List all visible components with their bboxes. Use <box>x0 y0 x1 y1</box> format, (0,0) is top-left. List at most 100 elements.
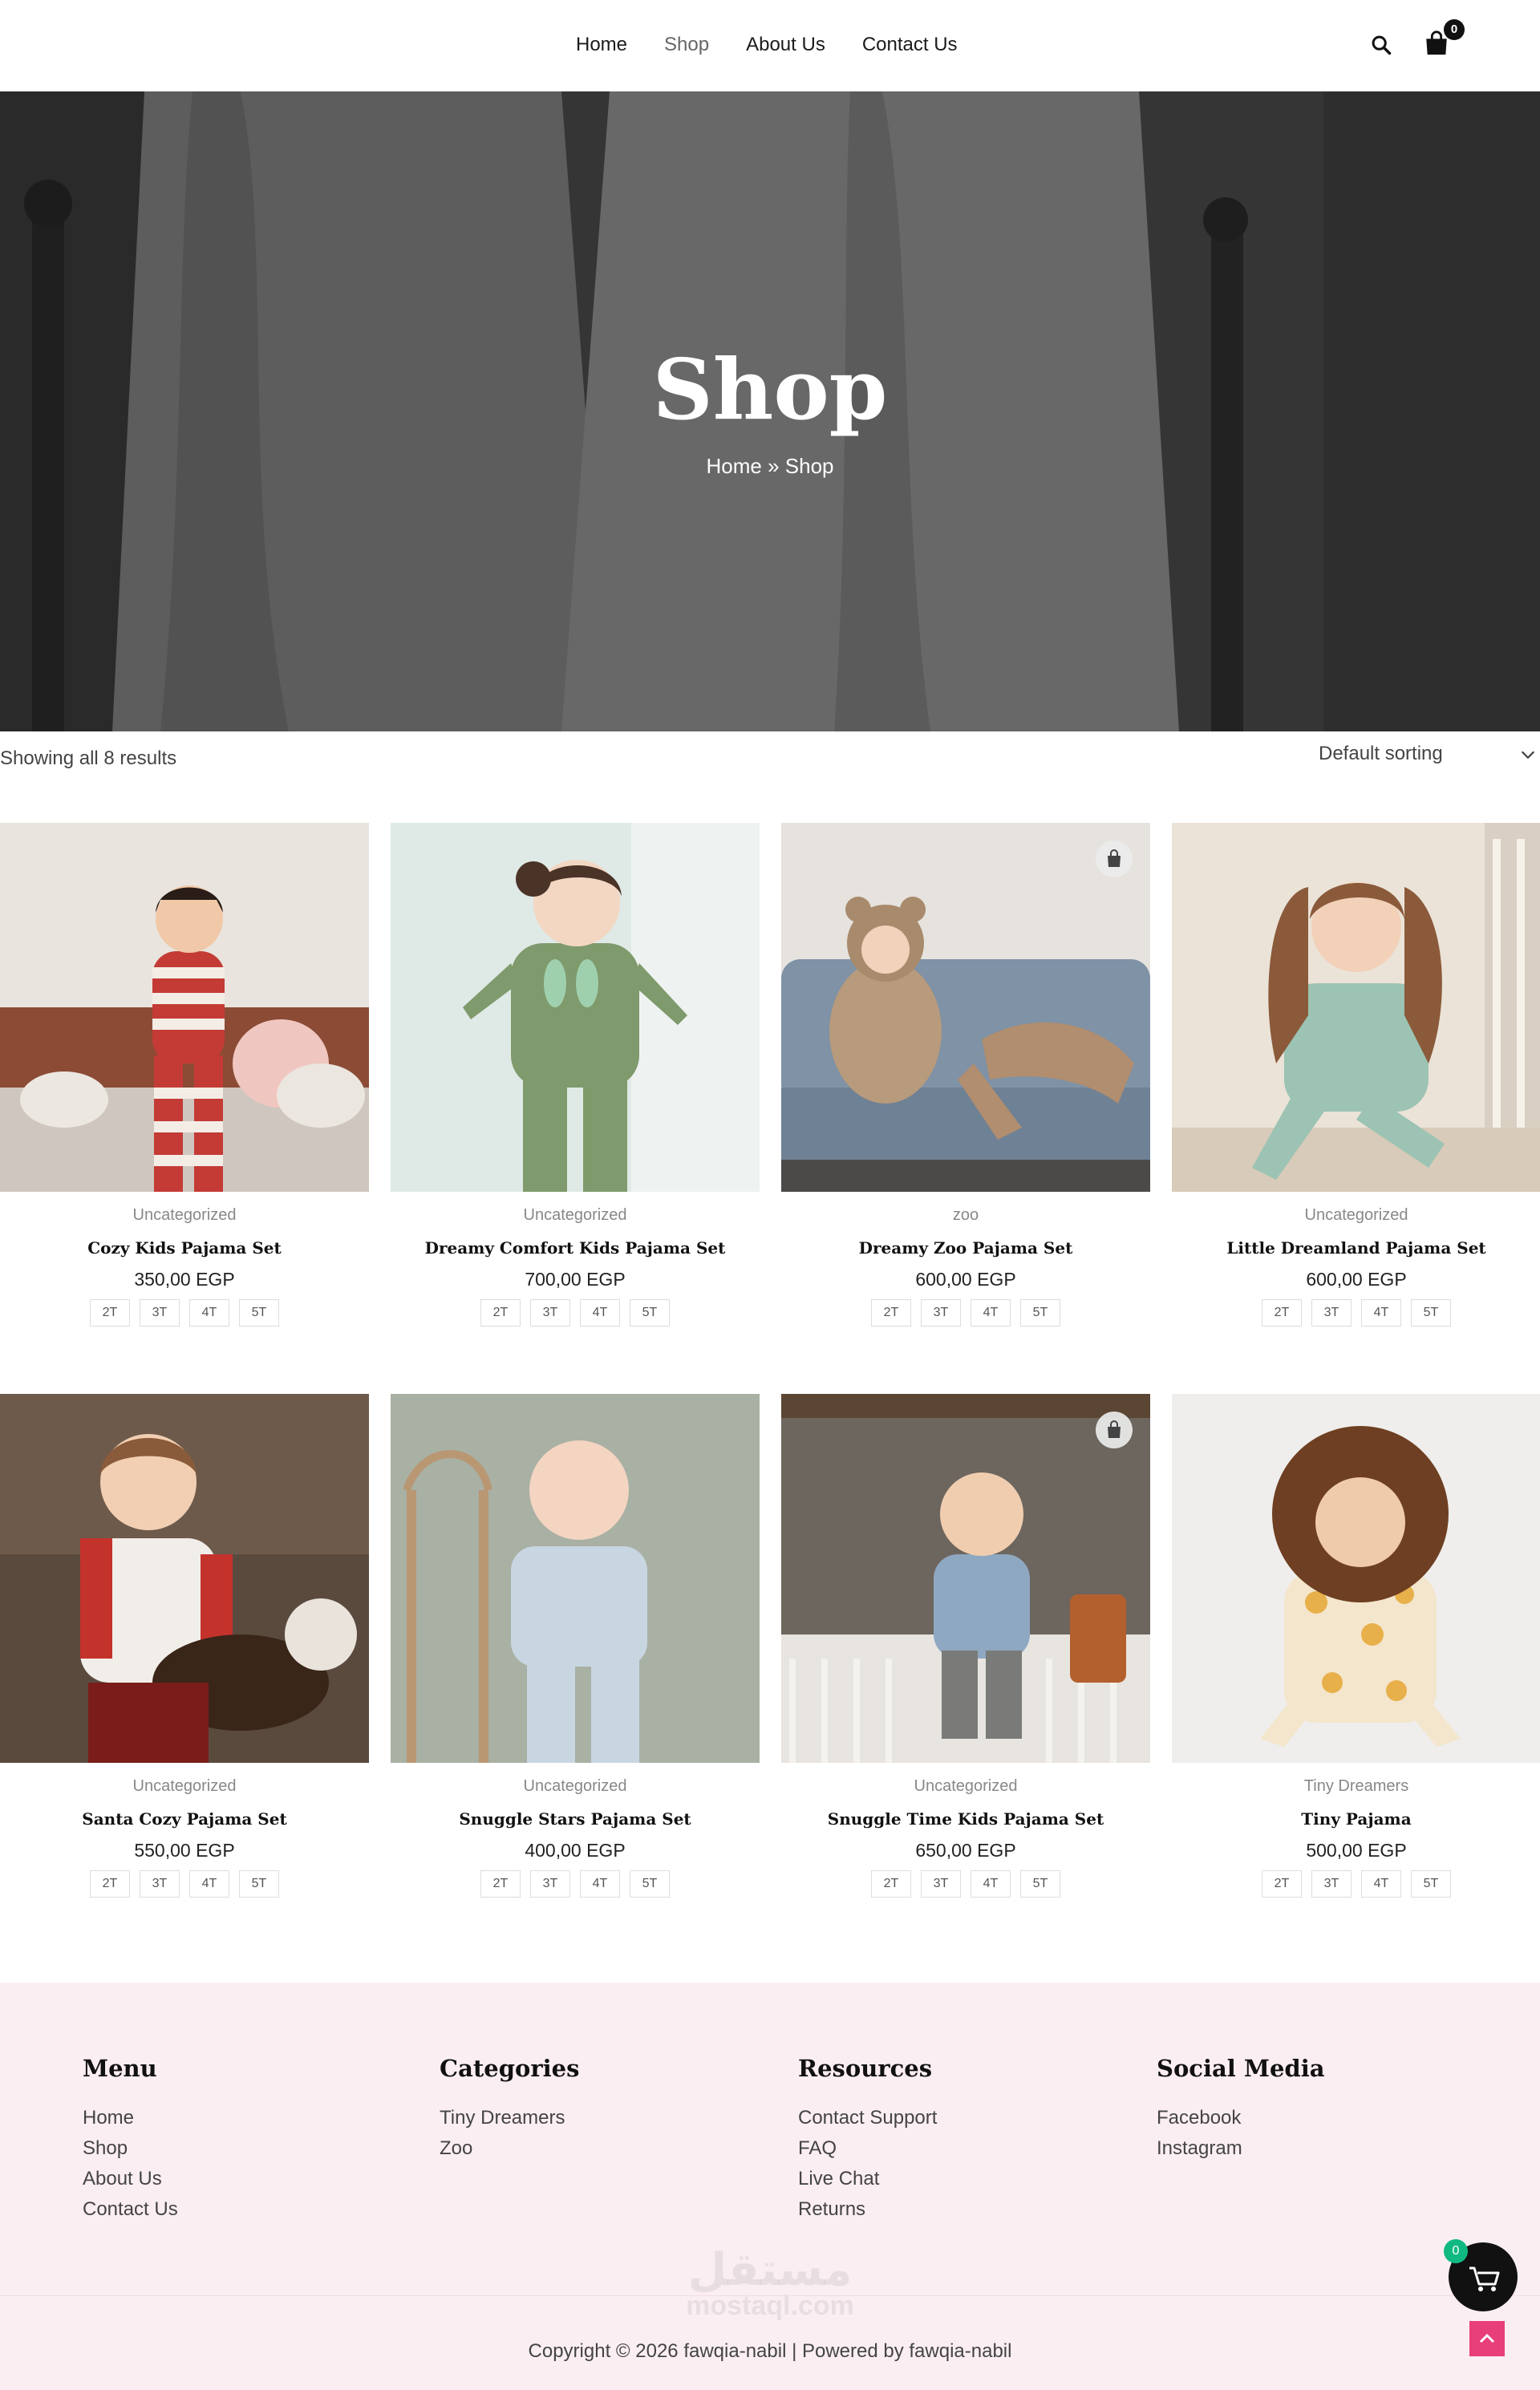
product-price: 700,00 EGP <box>525 1269 626 1290</box>
product-category[interactable]: Tiny Dreamers <box>1172 1777 1540 1796</box>
product-category[interactable]: Uncategorized <box>391 1777 760 1796</box>
size-option[interactable]: 5T <box>1020 1299 1060 1327</box>
size-option[interactable]: 2T <box>871 1870 911 1898</box>
footer-link[interactable]: Facebook <box>1157 2103 1477 2133</box>
breadcrumb[interactable]: Home » Shop <box>0 454 1540 479</box>
product-name[interactable]: Cozy Kids Pajama Set <box>0 1238 369 1258</box>
size-option[interactable]: 4T <box>1361 1870 1401 1898</box>
shopping-bag-icon[interactable] <box>1096 841 1133 877</box>
product-name[interactable]: Little Dreamland Pajama Set <box>1172 1238 1540 1258</box>
product-category[interactable]: Uncategorized <box>391 1206 760 1225</box>
product-image[interactable] <box>781 1394 1150 1763</box>
footer-heading: Menu <box>83 2055 157 2082</box>
size-option[interactable]: 3T <box>921 1299 961 1327</box>
bag-badge[interactable] <box>1096 1412 1133 1448</box>
size-option[interactable]: 5T <box>1020 1870 1060 1898</box>
product-category[interactable]: Uncategorized <box>0 1206 369 1225</box>
size-option[interactable]: 3T <box>1311 1299 1352 1327</box>
product-name[interactable]: Snuggle Stars Pajama Set <box>391 1809 760 1829</box>
footer-link[interactable]: Zoo <box>440 2133 760 2164</box>
product-name[interactable]: Dreamy Comfort Kids Pajama Set <box>391 1238 760 1258</box>
footer-link[interactable]: FAQ <box>798 2133 1119 2164</box>
main-nav: Home Shop About Us Contact Us <box>576 34 958 56</box>
product-image[interactable] <box>0 823 369 1192</box>
product-name[interactable]: Snuggle Time Kids Pajama Set <box>781 1809 1150 1829</box>
footer-heading: Categories <box>440 2055 580 2082</box>
product-image[interactable] <box>1172 823 1540 1192</box>
hero-banner: Shop Home » Shop <box>0 91 1540 731</box>
size-option[interactable]: 4T <box>189 1870 229 1898</box>
size-option[interactable]: 2T <box>90 1299 130 1327</box>
product-price: 600,00 EGP <box>1306 1269 1407 1290</box>
product-price: 550,00 EGP <box>134 1840 235 1861</box>
product-image[interactable] <box>391 823 760 1192</box>
size-option[interactable]: 5T <box>630 1299 670 1327</box>
size-option[interactable]: 2T <box>1262 1299 1302 1327</box>
size-option[interactable]: 5T <box>239 1299 279 1327</box>
product-image[interactable] <box>1172 1394 1540 1763</box>
scroll-to-top-button[interactable] <box>1469 2321 1505 2356</box>
footer-link[interactable]: About Us <box>83 2164 403 2194</box>
product-name[interactable]: Tiny Pajama <box>1172 1809 1540 1829</box>
result-count: Showing all 8 results <box>0 747 177 769</box>
footer-link[interactable]: Instagram <box>1157 2133 1477 2164</box>
product-category[interactable]: zoo <box>781 1206 1150 1225</box>
product-category[interactable]: Uncategorized <box>781 1777 1150 1796</box>
footer-heading: Social Media <box>1157 2055 1325 2082</box>
size-option[interactable]: 2T <box>90 1870 130 1898</box>
product-image[interactable] <box>391 1394 760 1763</box>
size-option[interactable]: 4T <box>1361 1299 1401 1327</box>
size-option[interactable]: 3T <box>530 1870 570 1898</box>
product-price: 350,00 EGP <box>134 1269 235 1290</box>
size-option[interactable]: 3T <box>921 1870 961 1898</box>
size-option[interactable]: 2T <box>871 1299 911 1327</box>
footer-link[interactable]: Contact Support <box>798 2103 1119 2133</box>
nav-home[interactable]: Home <box>576 34 627 56</box>
size-options: 2T 3T 4T 5T <box>781 1870 1150 1898</box>
footer-link[interactable]: Home <box>83 2103 403 2133</box>
product-category[interactable]: Uncategorized <box>1172 1206 1540 1225</box>
nav-about-us[interactable]: About Us <box>746 34 825 56</box>
search-icon[interactable] <box>1370 34 1392 56</box>
size-options: 2T 3T 4T 5T <box>0 1870 369 1898</box>
size-option[interactable]: 3T <box>1311 1870 1352 1898</box>
size-option[interactable]: 2T <box>1262 1870 1302 1898</box>
size-option[interactable]: 5T <box>1411 1299 1451 1327</box>
product-image[interactable] <box>781 823 1150 1192</box>
size-option[interactable]: 2T <box>480 1299 521 1327</box>
size-option[interactable]: 4T <box>971 1870 1011 1898</box>
product-category[interactable]: Uncategorized <box>0 1777 369 1796</box>
footer-link[interactable]: Returns <box>798 2194 1119 2225</box>
product-name[interactable]: Dreamy Zoo Pajama Set <box>781 1238 1150 1258</box>
product-price: 600,00 EGP <box>915 1269 1016 1290</box>
size-option[interactable]: 5T <box>1411 1870 1451 1898</box>
chevron-down-icon[interactable] <box>1519 746 1537 764</box>
nav-contact-us[interactable]: Contact Us <box>862 34 958 56</box>
size-option[interactable]: 2T <box>480 1870 521 1898</box>
product-image[interactable] <box>0 1394 369 1763</box>
footer-link[interactable]: Tiny Dreamers <box>440 2103 760 2133</box>
footer-column-social-media: Social Media Facebook Instagram <box>1157 2055 1477 2164</box>
sort-select[interactable]: Default sorting <box>1319 743 1443 765</box>
size-option[interactable]: 4T <box>580 1870 620 1898</box>
shopping-bag-icon[interactable] <box>1096 1412 1133 1448</box>
page-title: Shop <box>652 340 888 439</box>
size-option[interactable]: 5T <box>630 1870 670 1898</box>
floating-cart-count: 0 <box>1444 2239 1468 2263</box>
size-option[interactable]: 4T <box>189 1299 229 1327</box>
size-option[interactable]: 3T <box>530 1299 570 1327</box>
footer-link[interactable]: Shop <box>83 2133 403 2164</box>
chevron-up-icon[interactable] <box>1469 2321 1505 2356</box>
size-option[interactable]: 3T <box>140 1870 180 1898</box>
site-header: Home Shop About Us Contact Us 0 <box>0 0 1540 91</box>
bag-badge[interactable] <box>1096 841 1133 877</box>
size-option[interactable]: 5T <box>239 1870 279 1898</box>
product-name[interactable]: Santa Cozy Pajama Set <box>0 1809 369 1829</box>
size-option[interactable]: 4T <box>580 1299 620 1327</box>
size-option[interactable]: 4T <box>971 1299 1011 1327</box>
nav-shop[interactable]: Shop <box>664 34 709 56</box>
footer-link[interactable]: Contact Us <box>83 2194 403 2225</box>
footer-link[interactable]: Live Chat <box>798 2164 1119 2194</box>
size-option[interactable]: 3T <box>140 1299 180 1327</box>
size-options: 2T 3T 4T 5T <box>0 1299 369 1327</box>
